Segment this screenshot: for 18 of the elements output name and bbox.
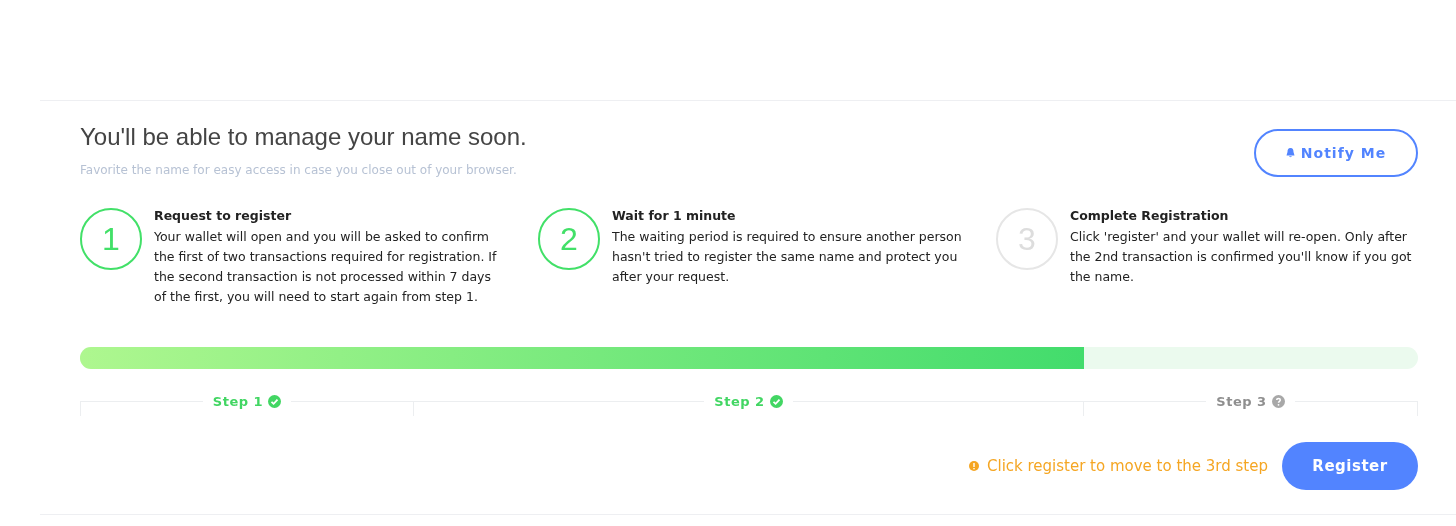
register-button[interactable]: Register (1282, 442, 1418, 490)
hint-text: Favorite the name for easy access in case you close out of your browser. (80, 163, 517, 177)
step-description: Your wallet will open and you will be asked to confirm the first of two transactions required for registration. If the second transaction is not processed within 7 days of the first, you will need to start again from step 1. (154, 228, 498, 306)
notify-button[interactable]: Notify Me (1254, 129, 1418, 177)
hint-text: Click register to move to the 3rd step (987, 457, 1268, 475)
page-heading: You'll be able to manage your name soon. (80, 123, 527, 151)
warning-dot-icon (969, 461, 979, 471)
step-title: Complete Registration (1070, 208, 1230, 223)
step-label: Step 3 (1216, 393, 1267, 409)
step-number: 2 (538, 208, 600, 270)
step-title: Wait for 1 minute (612, 208, 737, 223)
step-label: Step 1 (212, 393, 264, 409)
bell-icon (1285, 148, 1295, 158)
step-description: Click 'register' and your wallet will re-open. Only after the 2nd transaction is confirmed you'll know if you got the name. (1070, 228, 1413, 286)
step-label: Step 2 (714, 393, 765, 409)
step-title: Request to register (154, 208, 293, 223)
step-description: The waiting period is required to ensure another person hasn't tried to register the same name and protect you after your request. (612, 228, 962, 286)
step-number: 1 (80, 208, 142, 270)
